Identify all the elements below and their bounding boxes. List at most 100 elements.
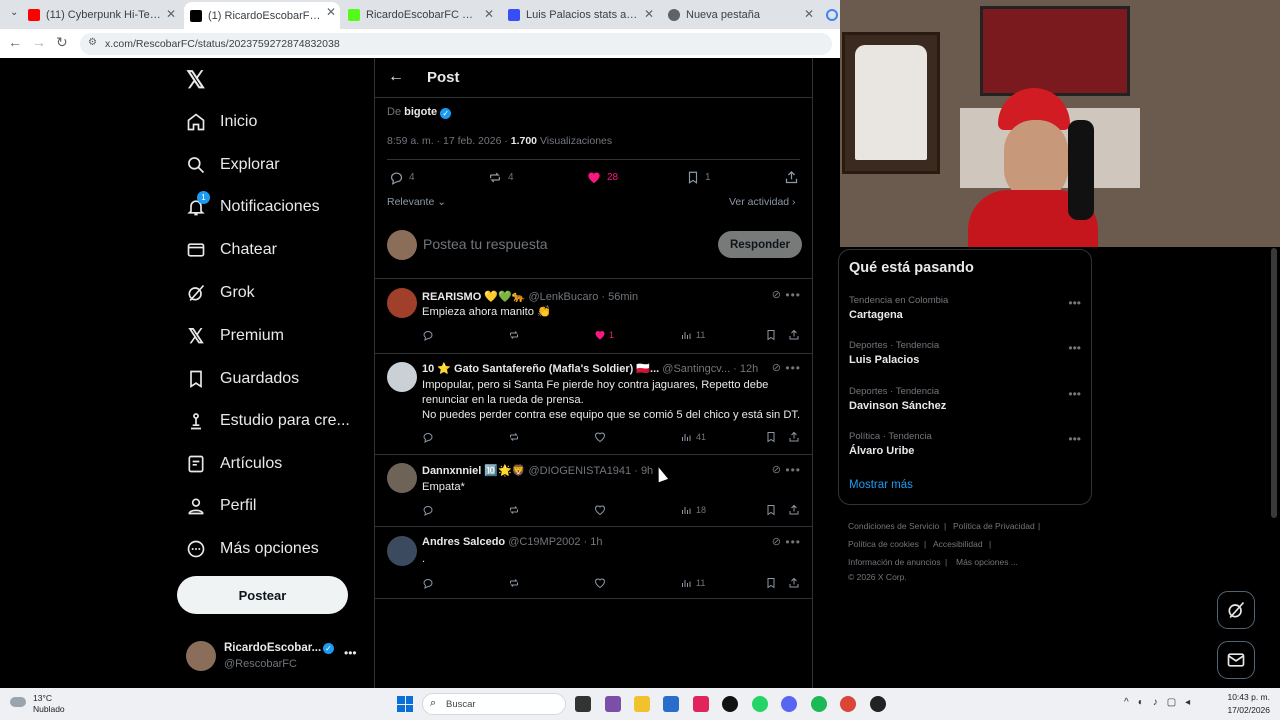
comment-icon[interactable] xyxy=(422,431,434,443)
close-tab-icon[interactable]: ✕ xyxy=(166,7,176,21)
repost-action[interactable]: 4 xyxy=(487,170,514,185)
grok-fab[interactable] xyxy=(1217,591,1255,629)
grok-explain-icon[interactable]: ⊘ xyxy=(772,535,781,548)
footer-link[interactable]: Más opciones ... xyxy=(956,557,1018,567)
reply-item[interactable]: REARISMO 💛💚🐆 @LenkBucaro · 56min ⊘ ••• E… xyxy=(375,279,813,353)
more-options-icon[interactable]: ••• xyxy=(785,463,801,477)
more-options-icon[interactable]: ••• xyxy=(785,535,801,549)
forward-icon[interactable]: → xyxy=(32,34,46,50)
like-action[interactable]: 1 xyxy=(594,329,614,341)
close-tab-icon[interactable]: ✕ xyxy=(326,5,336,19)
taskbar-search[interactable]: ⌕ Buscar xyxy=(422,693,566,715)
heart-icon[interactable] xyxy=(594,577,606,589)
app-icon[interactable] xyxy=(693,696,709,712)
reply-button[interactable]: Responder xyxy=(718,231,802,258)
more-options-icon[interactable]: ••• xyxy=(1068,387,1081,401)
whatsapp-icon[interactable] xyxy=(752,696,768,712)
grok-explain-icon[interactable]: ⊘ xyxy=(772,463,781,476)
reply-author-name[interactable]: REARISMO 💛💚🐆 xyxy=(422,291,525,303)
nav-item-creator-studio[interactable]: Estudio para cre... xyxy=(186,406,350,436)
share-icon[interactable] xyxy=(784,170,799,190)
google-icon[interactable] xyxy=(826,9,838,21)
clock[interactable]: 10:43 p. m. 17/02/2026 xyxy=(1222,692,1270,715)
heart-icon[interactable] xyxy=(594,504,606,516)
browser-tab[interactable]: (11) Cyberpunk Hi-Tech Glitchy ✕ xyxy=(28,4,180,26)
post-timestamp[interactable]: 8:59 a. m. · 17 feb. 2026 · xyxy=(387,135,508,147)
repost-icon[interactable] xyxy=(508,577,520,589)
views-action[interactable]: 18 xyxy=(680,504,706,516)
x-logo-icon[interactable]: 𝕏 xyxy=(186,66,205,95)
repost-icon[interactable] xyxy=(508,504,520,516)
nav-item-bookmarks[interactable]: Guardados xyxy=(186,364,299,394)
close-tab-icon[interactable]: ✕ xyxy=(484,7,494,21)
browser-tab[interactable]: Nueva pestaña ✕ xyxy=(668,4,818,26)
heart-icon[interactable] xyxy=(594,431,606,443)
comment-icon[interactable] xyxy=(422,577,434,589)
reply-author-name[interactable]: Dannxnniel 🔟🌟🦁 xyxy=(422,465,525,477)
like-action[interactable]: 28 xyxy=(586,170,618,185)
share-icon[interactable] xyxy=(788,577,800,589)
task-view-icon[interactable] xyxy=(575,696,591,712)
avatar[interactable] xyxy=(387,362,417,392)
messages-fab[interactable] xyxy=(1217,641,1255,679)
app-icon[interactable] xyxy=(605,696,621,712)
browser-tab[interactable]: RicardoEscobarFC Stream - Wa ✕ xyxy=(348,4,498,26)
store-icon[interactable] xyxy=(663,696,679,712)
more-options-icon[interactable]: ••• xyxy=(1068,432,1081,446)
comment-icon[interactable] xyxy=(422,329,434,341)
system-tray[interactable]: ^◐♪▢◂ xyxy=(1124,697,1220,711)
footer-link[interactable]: Accesibilidad xyxy=(933,539,983,549)
nav-item-articles[interactable]: Artículos xyxy=(186,449,282,479)
grok-explain-icon[interactable]: ⊘ xyxy=(772,361,781,374)
discord-icon[interactable] xyxy=(781,696,797,712)
nav-item-premium[interactable]: 𝕏 Premium xyxy=(186,321,284,351)
more-options-icon[interactable]: ••• xyxy=(1068,296,1081,310)
nav-item-more[interactable]: Más opciones xyxy=(186,534,319,564)
browser-tab[interactable]: Luis Palacios stats and ratings | ✕ xyxy=(508,4,658,26)
avatar[interactable] xyxy=(387,536,417,566)
reply-item[interactable]: Andres Salcedo @C19MP2002 · 1h ⊘ ••• . 1… xyxy=(375,527,813,598)
bookmark-icon[interactable] xyxy=(765,431,777,443)
account-switcher[interactable]: RicardoEscobar... ✓ @RescobarFC ••• xyxy=(186,640,360,672)
more-options-icon[interactable]: ••• xyxy=(785,361,801,375)
app-icon[interactable] xyxy=(870,696,886,712)
weather-widget[interactable]: 13°C Nublado xyxy=(10,693,80,715)
site-info-icon[interactable]: ⚙ xyxy=(88,37,97,48)
close-tab-icon[interactable]: ✕ xyxy=(804,7,814,21)
author-link[interactable]: bigote xyxy=(404,106,437,118)
nav-item-profile[interactable]: Perfil xyxy=(186,491,256,521)
tab-list-dropdown[interactable]: ⌄ xyxy=(10,7,18,18)
post-button[interactable]: Postear xyxy=(177,576,348,614)
avatar[interactable] xyxy=(387,463,417,493)
nav-item-notifications[interactable]: 1 Notificaciones xyxy=(186,191,320,222)
bookmark-icon[interactable] xyxy=(765,577,777,589)
grok-explain-icon[interactable]: ⊘ xyxy=(772,288,781,301)
views-action[interactable]: 11 xyxy=(680,577,705,589)
back-arrow-icon[interactable]: ← xyxy=(388,68,404,86)
share-icon[interactable] xyxy=(788,329,800,341)
trend-item[interactable]: Tendencia en Colombia Cartagena ••• xyxy=(839,288,1091,332)
reply-input[interactable]: Postea tu respuesta xyxy=(423,236,548,252)
views-action[interactable]: 41 xyxy=(680,431,706,443)
avatar[interactable] xyxy=(387,288,417,318)
share-icon[interactable] xyxy=(788,504,800,516)
spotify-icon[interactable] xyxy=(811,696,827,712)
show-more-link[interactable]: Mostrar más xyxy=(849,479,913,491)
reply-action[interactable]: 4 xyxy=(389,170,415,185)
nav-item-grok[interactable]: Grok xyxy=(186,278,255,308)
nav-item-explore[interactable]: Explorar xyxy=(186,150,280,180)
reply-item[interactable]: Dannxnniel 🔟🌟🦁 @DIOGENISTA1941 · 9h ⊘ ••… xyxy=(375,455,813,526)
more-options-icon[interactable]: ••• xyxy=(1068,341,1081,355)
repost-icon[interactable] xyxy=(508,329,520,341)
scrollbar[interactable] xyxy=(1271,248,1277,518)
browser-tab-active[interactable]: (1) RicardoEscobarFC en X: "Si ✕ xyxy=(184,2,340,29)
back-icon[interactable]: ← xyxy=(8,34,22,50)
close-tab-icon[interactable]: ✕ xyxy=(644,7,654,21)
footer-link[interactable]: Condiciones de Servicio xyxy=(848,521,939,531)
windows-start-icon[interactable] xyxy=(397,696,413,712)
trend-item[interactable]: Política · Tendencia Álvaro Uribe ••• xyxy=(839,425,1091,469)
reply-author-name[interactable]: Andres Salcedo xyxy=(422,536,505,548)
url-field[interactable]: ⚙ x.com/RescobarFC/status/20237592728748… xyxy=(80,33,832,55)
footer-link[interactable]: Política de cookies xyxy=(848,539,919,549)
view-activity-link[interactable]: Ver actividad › xyxy=(729,196,796,208)
